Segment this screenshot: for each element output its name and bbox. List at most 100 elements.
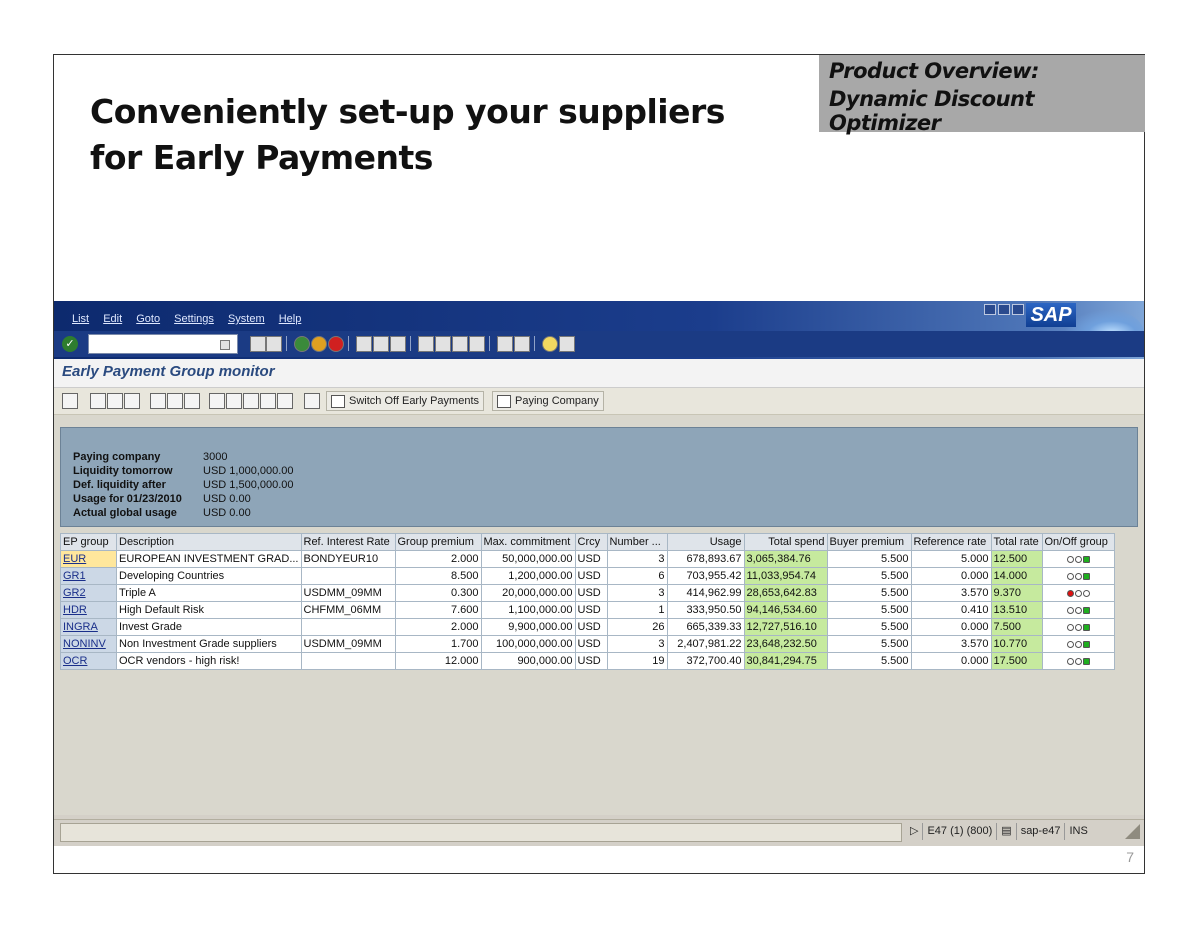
header-panel: Paying company 3000 Liquidity tomorrow USD… (60, 427, 1138, 527)
cell-on-off-group[interactable] (1041, 635, 1115, 653)
last-page-icon[interactable] (469, 336, 485, 352)
minimize-icon[interactable] (984, 304, 996, 315)
subtotal-icon[interactable] (167, 393, 183, 409)
cell-on-off-group[interactable] (1041, 584, 1115, 602)
find-next-icon[interactable] (390, 336, 406, 352)
header-value: 3000 (203, 451, 228, 463)
maximize-icon[interactable] (998, 304, 1010, 315)
find-icon[interactable] (373, 336, 389, 352)
cell-group[interactable]: OCR (60, 652, 117, 670)
details-icon[interactable] (62, 393, 78, 409)
menu-goto[interactable]: Goto (136, 313, 160, 325)
graphic-icon[interactable] (243, 393, 259, 409)
help-icon[interactable] (542, 336, 558, 352)
save-layout-icon[interactable] (277, 393, 293, 409)
column-header[interactable]: Reference rate (910, 533, 992, 551)
choose-layout-icon[interactable] (260, 393, 276, 409)
input-mode[interactable]: INS (1064, 823, 1091, 840)
export-icon[interactable] (209, 393, 225, 409)
print-icon[interactable] (356, 336, 372, 352)
table-row[interactable]: OCR OCR vendors - high risk! 12.000 900,000… (60, 652, 1115, 670)
cell-description: Invest Grade (116, 618, 302, 636)
cancel-icon[interactable] (328, 336, 344, 352)
sort-ascending-icon[interactable] (90, 393, 106, 409)
cell-group[interactable]: GR2 (60, 584, 117, 602)
column-header[interactable]: Max. commitment (480, 533, 576, 551)
shortcut-icon[interactable] (514, 336, 530, 352)
status-toggle-icon[interactable]: ▷ (906, 823, 922, 840)
table-row[interactable]: EUR EUROPEAN INVESTMENT GRAD... BONDYEUR10… (60, 550, 1115, 568)
cell-on-off-group[interactable] (1041, 618, 1115, 636)
cell-group[interactable]: HDR (60, 601, 117, 619)
exit-icon[interactable] (311, 336, 327, 352)
cell-group[interactable]: GR1 (60, 567, 117, 585)
cell-on-off-group[interactable] (1041, 567, 1115, 585)
layout-menu-icon[interactable] (559, 336, 575, 352)
column-header[interactable]: Total spend (743, 533, 828, 551)
cell-reference-rate: 0.000 (910, 567, 992, 585)
cell-total-spend: 12,727,516.10 (743, 618, 828, 636)
toolbar-separator (489, 336, 490, 351)
table-row[interactable]: GR1 Developing Countries 8.500 1,200,000.00… (60, 567, 1115, 585)
print-preview-icon[interactable] (184, 393, 200, 409)
first-page-icon[interactable] (418, 336, 434, 352)
column-header[interactable]: Number ... (606, 533, 668, 551)
save-icon[interactable] (266, 336, 282, 352)
cell-group[interactable]: INGRA (60, 618, 117, 636)
resize-grip-icon[interactable] (1125, 824, 1140, 839)
menu-edit[interactable]: Edit (103, 313, 122, 325)
column-header[interactable]: Ref. Interest Rate (300, 533, 396, 551)
column-header[interactable]: Description (116, 533, 302, 551)
menu-list[interactable]: List (72, 313, 89, 325)
next-page-icon[interactable] (452, 336, 468, 352)
column-header[interactable]: EP group (60, 533, 117, 551)
menu-system[interactable]: System (228, 313, 265, 325)
cell-on-off-group[interactable] (1041, 550, 1115, 568)
cell-on-off-group[interactable] (1041, 652, 1115, 670)
column-header[interactable]: Total rate (990, 533, 1043, 551)
total-icon[interactable] (150, 393, 166, 409)
header-value: USD 1,500,000.00 (203, 479, 294, 491)
mail-icon[interactable] (226, 393, 242, 409)
filter-icon[interactable] (124, 393, 140, 409)
cell-crcy: USD (574, 618, 608, 636)
table-row[interactable]: INGRA Invest Grade 2.000 9,900,000.00 USD 26 6… (60, 618, 1115, 636)
cell-buyer-premium: 5.500 (826, 584, 912, 602)
switch-off-early-payments-button[interactable]: Switch Off Early Payments (326, 391, 485, 411)
system-info: ▷ E47 (1) (800) ▤ sap-e47 INS (906, 823, 1092, 840)
back-icon[interactable] (294, 336, 310, 352)
sort-descending-icon[interactable] (107, 393, 123, 409)
table-row[interactable]: NONINV Non Investment Grade suppliers USDM… (60, 635, 1115, 653)
cell-group[interactable]: EUR (60, 550, 117, 568)
column-header[interactable]: Usage (666, 533, 745, 551)
cell-buyer-premium: 5.500 (826, 550, 912, 568)
cell-total-rate: 12.500 (990, 550, 1043, 568)
menu-help[interactable]: Help (279, 313, 302, 325)
column-header[interactable]: Group premium (394, 533, 482, 551)
table-row[interactable]: HDR High Default Risk CHFMM_06MM 7.600 1,100… (60, 601, 1115, 619)
paying-company-button[interactable]: Paying Company (492, 391, 604, 411)
column-header[interactable]: On/Off group (1041, 533, 1115, 551)
enter-check-icon[interactable]: ✓ (62, 336, 78, 352)
table-row[interactable]: GR2 Triple A USDMM_09MM 0.300 20,000,000.00 U… (60, 584, 1115, 602)
cell-group[interactable]: NONINV (60, 635, 117, 653)
create-session-icon[interactable] (497, 336, 513, 352)
command-field[interactable] (88, 334, 238, 354)
close-window-icon[interactable] (1012, 304, 1024, 315)
grid-icon[interactable] (304, 393, 320, 409)
header-value: USD 0.00 (203, 493, 251, 505)
cell-reference-rate: 3.570 (910, 584, 992, 602)
cell-total-rate: 7.500 (990, 618, 1043, 636)
status-off-icon (1066, 589, 1090, 597)
cell-total-rate: 13.510 (990, 601, 1043, 619)
previous-page-icon[interactable] (435, 336, 451, 352)
column-header[interactable]: Buyer premium (826, 533, 912, 551)
command-dropdown-icon[interactable] (220, 340, 230, 350)
status-message-field (60, 823, 902, 842)
cell-usage: 703,955.42 (666, 567, 745, 585)
menu-settings[interactable]: Settings (174, 313, 214, 325)
server-icon[interactable]: ▤ (996, 823, 1015, 840)
back-arrow-icon[interactable] (250, 336, 266, 352)
column-header[interactable]: Crcy (574, 533, 608, 551)
cell-on-off-group[interactable] (1041, 601, 1115, 619)
